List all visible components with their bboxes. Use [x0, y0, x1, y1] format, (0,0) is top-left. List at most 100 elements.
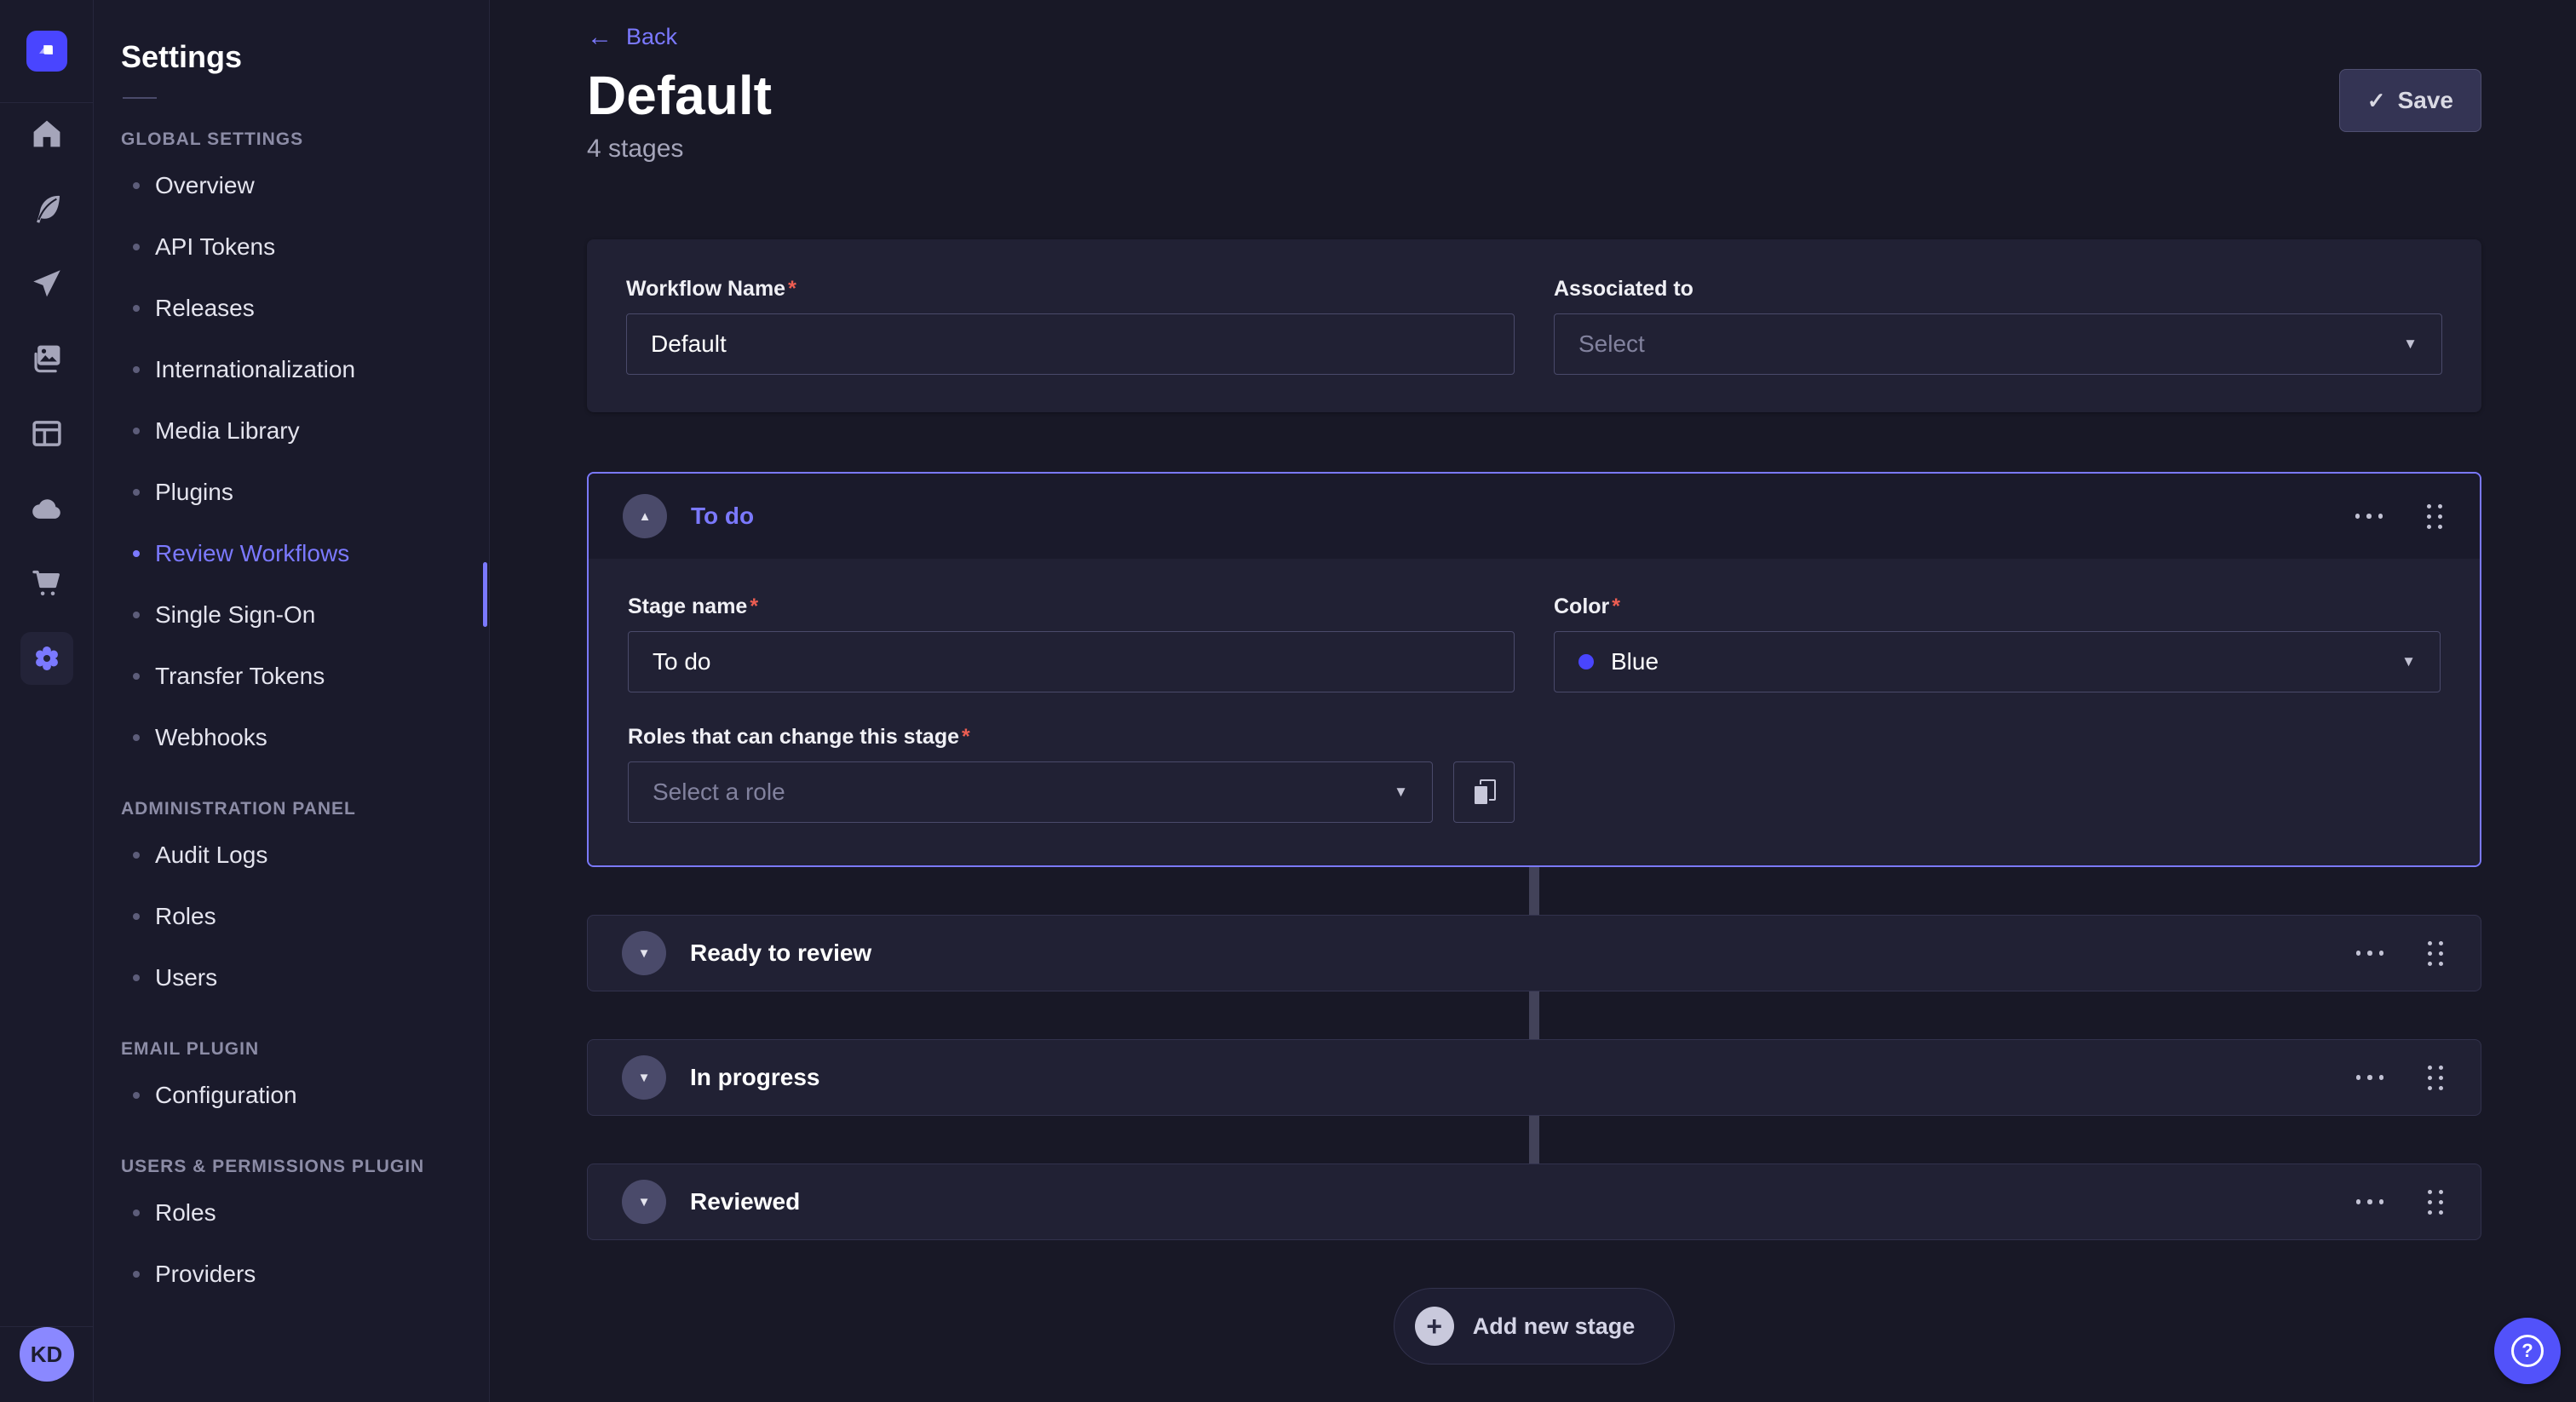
- bullet-icon: [133, 974, 140, 981]
- workflow-name-input[interactable]: Default: [626, 313, 1515, 375]
- gear-icon[interactable]: [20, 632, 73, 685]
- bullet-icon: [133, 182, 140, 189]
- sidebar-item-plugins[interactable]: Plugins: [94, 462, 489, 523]
- sidebar-item-api-tokens[interactable]: API Tokens: [94, 216, 489, 278]
- sidebar-item-configuration[interactable]: Configuration: [94, 1065, 489, 1126]
- chevron-down-icon: ▼: [638, 1071, 651, 1085]
- help-button[interactable]: ?: [2494, 1318, 2561, 1384]
- bullet-icon: [133, 1210, 140, 1216]
- back-link[interactable]: ← Back: [587, 24, 677, 50]
- associated-to-select[interactable]: Select ▼: [1554, 313, 2442, 375]
- roles-select[interactable]: Select a role ▼: [628, 761, 1433, 823]
- more-options-icon[interactable]: [2356, 1075, 2384, 1080]
- stage-list: ▲ To do Stage name* To do: [587, 472, 2481, 1240]
- cloud-icon[interactable]: [28, 490, 66, 527]
- sidebar-item-up-roles[interactable]: Roles: [94, 1182, 489, 1244]
- strapi-logo-icon[interactable]: [26, 31, 67, 72]
- chevron-up-icon: ▲: [639, 509, 652, 524]
- media-gallery-icon[interactable]: [28, 340, 66, 377]
- bullet-icon: [133, 852, 140, 859]
- stage-title: In progress: [690, 1064, 819, 1091]
- sidebar-item-media-library[interactable]: Media Library: [94, 400, 489, 462]
- bullet-icon: [133, 305, 140, 312]
- nav-rail: KD: [0, 0, 94, 1402]
- home-icon[interactable]: [28, 115, 66, 152]
- section-heading-email-plugin: EMAIL PLUGIN: [121, 1039, 489, 1060]
- stage-card-in-progress[interactable]: ▼ In progress: [587, 1039, 2481, 1116]
- paper-plane-icon[interactable]: [28, 265, 66, 302]
- cart-icon[interactable]: [28, 565, 66, 602]
- feather-icon[interactable]: [28, 190, 66, 227]
- check-icon: ✓: [2367, 88, 2386, 114]
- drag-handle-icon[interactable]: [2428, 941, 2443, 966]
- chevron-down-icon: ▼: [638, 1195, 651, 1210]
- workflow-name-label: Workflow Name*: [626, 277, 1515, 302]
- more-options-icon[interactable]: [2356, 951, 2384, 956]
- bullet-icon: [133, 489, 140, 496]
- title-underline: [123, 97, 157, 99]
- back-label: Back: [626, 24, 677, 50]
- bullet-icon: [133, 913, 140, 920]
- drag-handle-icon[interactable]: [2428, 1066, 2443, 1090]
- sidebar-item-transfer-tokens[interactable]: Transfer Tokens: [94, 646, 489, 707]
- bullet-icon: [133, 1271, 140, 1278]
- chevron-down-icon: ▼: [638, 946, 651, 961]
- stage-count-subtitle: 4 stages: [587, 134, 772, 164]
- bullet-icon: [133, 673, 140, 680]
- strapi-glyph-icon: [34, 38, 60, 64]
- required-asterisk: *: [750, 595, 758, 619]
- sidebar-item-single-sign-on[interactable]: Single Sign-On: [94, 584, 489, 646]
- sidebar-item-releases[interactable]: Releases: [94, 278, 489, 339]
- sidebar-item-review-workflows[interactable]: Review Workflows: [94, 523, 489, 584]
- drag-handle-icon[interactable]: [2428, 1190, 2443, 1215]
- sidebar-item-admin-roles[interactable]: Roles: [94, 886, 489, 947]
- bullet-icon: [133, 366, 140, 373]
- main-content: ← Back Default 4 stages ✓ Save Workflow …: [490, 0, 2576, 1402]
- required-asterisk: *: [962, 725, 970, 750]
- stage-editor-body: Stage name* To do Color* Blue: [589, 559, 2480, 865]
- chevron-down-icon: ▼: [2401, 653, 2416, 670]
- stage-header-to-do[interactable]: ▲ To do: [589, 474, 2480, 559]
- bullet-icon: [133, 734, 140, 741]
- associated-to-label: Associated to: [1554, 277, 2442, 302]
- chevron-down-icon: ▼: [1394, 784, 1408, 801]
- sidebar-item-internationalization[interactable]: Internationalization: [94, 339, 489, 400]
- stage-card-ready-to-review[interactable]: ▼ Ready to review: [587, 915, 2481, 991]
- chevron-down-icon: ▼: [2403, 336, 2418, 353]
- collapse-chevron-button[interactable]: ▲: [623, 494, 667, 538]
- sidebar-item-audit-logs[interactable]: Audit Logs: [94, 825, 489, 886]
- sidebar-item-providers[interactable]: Providers: [94, 1244, 489, 1305]
- stage-title: To do: [691, 503, 754, 530]
- sidebar-scrollbar-thumb[interactable]: [483, 562, 487, 627]
- sidebar-item-webhooks[interactable]: Webhooks: [94, 707, 489, 768]
- section-heading-administration-panel: ADMINISTRATION PANEL: [121, 799, 489, 819]
- roles-label: Roles that can change this stage*: [628, 725, 1515, 750]
- color-label: Color*: [1554, 595, 2441, 619]
- section-heading-users-permissions-plugin: USERS & PERMISSIONS PLUGIN: [121, 1157, 489, 1177]
- stage-name-label: Stage name*: [628, 595, 1515, 619]
- save-button[interactable]: ✓ Save: [2339, 69, 2481, 132]
- color-select[interactable]: Blue ▼: [1554, 631, 2441, 692]
- user-avatar[interactable]: KD: [20, 1327, 74, 1382]
- add-new-stage-button[interactable]: + Add new stage: [1394, 1288, 1676, 1365]
- drag-handle-icon[interactable]: [2427, 504, 2442, 529]
- color-swatch-blue: [1578, 654, 1594, 669]
- sidebar-title: Settings: [121, 39, 489, 75]
- section-heading-global-settings: GLOBAL SETTINGS: [121, 129, 489, 150]
- stage-card-reviewed[interactable]: ▼ Reviewed: [587, 1164, 2481, 1240]
- settings-sidebar: Settings GLOBAL SETTINGS Overview API To…: [94, 0, 490, 1402]
- back-arrow-icon: ←: [587, 25, 612, 50]
- more-options-icon[interactable]: [2355, 514, 2383, 519]
- sidebar-item-users[interactable]: Users: [94, 947, 489, 1008]
- layout-icon[interactable]: [28, 415, 66, 452]
- expand-chevron-button[interactable]: ▼: [622, 1055, 666, 1100]
- duplicate-stage-button[interactable]: [1453, 761, 1515, 823]
- expand-chevron-button[interactable]: ▼: [622, 931, 666, 975]
- stage-card-to-do: ▲ To do Stage name* To do: [587, 472, 2481, 867]
- required-asterisk: *: [1612, 595, 1620, 619]
- expand-chevron-button[interactable]: ▼: [622, 1180, 666, 1224]
- more-options-icon[interactable]: [2356, 1199, 2384, 1204]
- sidebar-item-overview[interactable]: Overview: [94, 155, 489, 216]
- stage-name-input[interactable]: To do: [628, 631, 1515, 692]
- bullet-icon: [133, 612, 140, 618]
